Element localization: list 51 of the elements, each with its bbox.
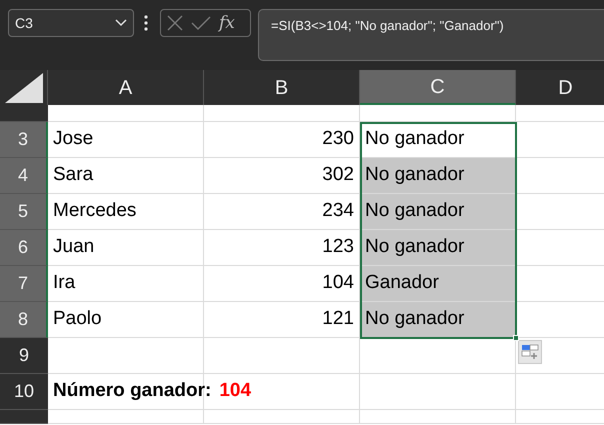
table-cell[interactable] — [360, 105, 516, 122]
formula-field[interactable]: =SI(B3<>104; "No ganador"; "Ganador") — [258, 9, 604, 61]
fill-handle[interactable] — [513, 335, 519, 341]
select-all-button[interactable] — [0, 70, 48, 105]
column-header[interactable]: C — [360, 70, 516, 105]
table-cell[interactable]: Ganador — [360, 266, 516, 302]
table-cell[interactable] — [48, 338, 204, 374]
table-cell[interactable]: No ganador — [360, 302, 516, 338]
table-cell[interactable] — [360, 338, 516, 374]
more-icon[interactable] — [144, 15, 148, 31]
table-cell[interactable]: Ira — [48, 266, 204, 302]
column-header[interactable]: A — [48, 70, 204, 105]
table-cell[interactable]: No ganador — [360, 158, 516, 194]
row-header[interactable]: 8 — [0, 302, 48, 338]
table-cell[interactable]: 104 — [204, 266, 360, 302]
insert-function-button[interactable]: fx — [219, 14, 235, 32]
row-header[interactable]: 9 — [0, 338, 48, 374]
name-box[interactable]: C3 — [8, 9, 134, 37]
table-cell[interactable]: Jose — [48, 122, 204, 158]
winning-number: 104 — [219, 379, 252, 404]
row-header[interactable]: 10 — [0, 374, 48, 410]
table-cell[interactable]: 302 — [204, 158, 360, 194]
table-cell[interactable] — [360, 374, 516, 410]
table-cell[interactable]: No ganador — [360, 194, 516, 230]
row-header[interactable]: 4 — [0, 158, 48, 194]
table-cell[interactable] — [48, 410, 204, 424]
table-cell[interactable]: Juan — [48, 230, 204, 266]
row-header[interactable]: 5 — [0, 194, 48, 230]
caret-icon — [115, 19, 127, 27]
table-cell[interactable]: Paolo — [48, 302, 204, 338]
table-cell[interactable]: Mercedes — [48, 194, 204, 230]
table-cell[interactable]: No ganador — [360, 230, 516, 266]
result-label: Número ganador: — [53, 379, 212, 404]
row-header[interactable]: 6 — [0, 230, 48, 266]
name-box-value: C3 — [15, 14, 33, 32]
column-header[interactable]: D — [516, 70, 604, 105]
table-cell[interactable] — [204, 410, 360, 424]
column-header[interactable]: B — [204, 70, 360, 105]
table-cell[interactable] — [204, 338, 360, 374]
table-cell[interactable]: 121 — [204, 302, 360, 338]
row-header[interactable] — [0, 410, 48, 424]
row-header[interactable]: 7 — [0, 266, 48, 302]
table-cell[interactable] — [204, 105, 360, 122]
table-cell[interactable]: 123 — [204, 230, 360, 266]
table-cell[interactable]: 230 — [204, 122, 360, 158]
table-cell[interactable]: Sara — [48, 158, 204, 194]
table-cell[interactable]: 234 — [204, 194, 360, 230]
table-cell[interactable] — [360, 410, 516, 424]
table-cell[interactable] — [48, 105, 204, 122]
quick-analysis-button[interactable] — [518, 340, 542, 364]
row-header[interactable]: 3 — [0, 122, 48, 158]
